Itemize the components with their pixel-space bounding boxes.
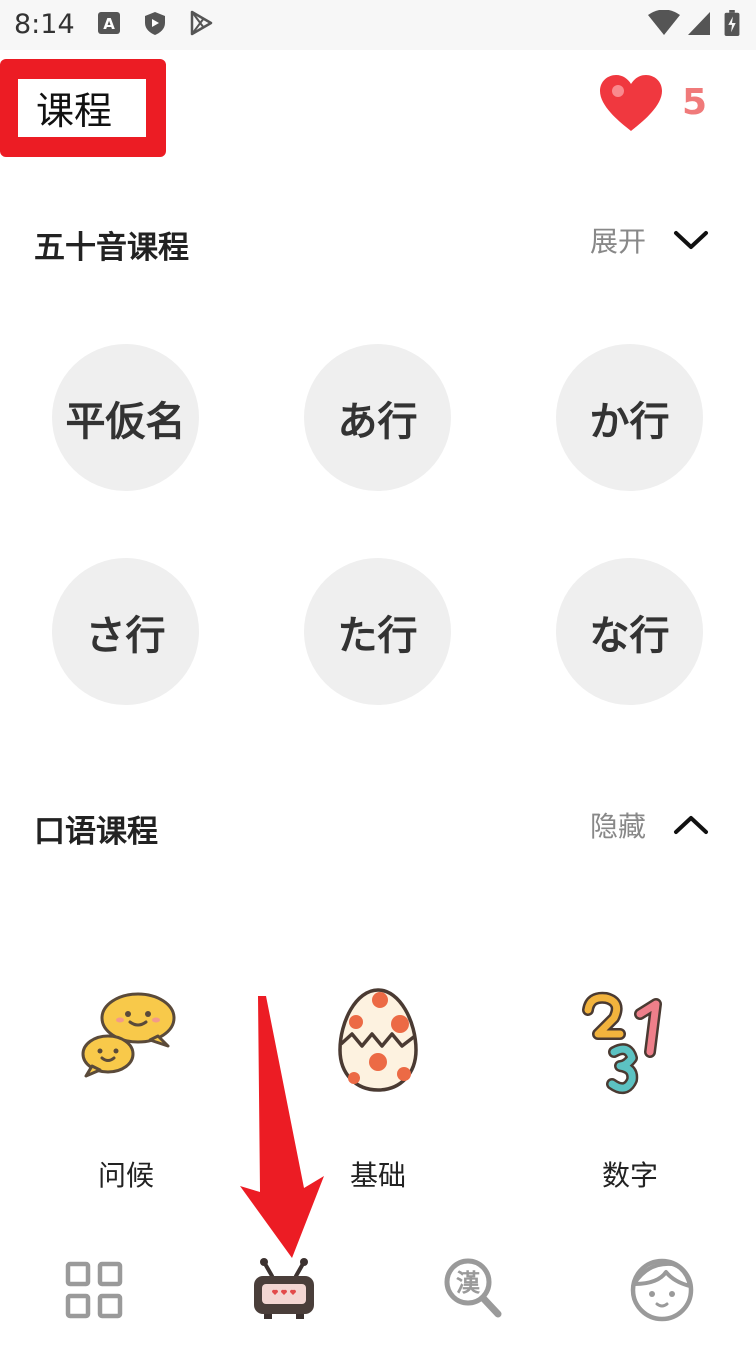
kana-course-ka-row[interactable]: か行 xyxy=(556,344,703,491)
bottom-tab-bar: 漢 xyxy=(0,1240,756,1345)
chevron-down-icon[interactable] xyxy=(672,229,710,251)
numbers-icon[interactable] xyxy=(580,990,684,1100)
kana-course-na-row[interactable]: な行 xyxy=(556,558,703,705)
profile-face-icon[interactable] xyxy=(628,1254,696,1322)
speaking-section-title: 口语课程 xyxy=(34,814,158,850)
kana-course-sa-row[interactable]: さ行 xyxy=(52,558,199,705)
grid-icon[interactable] xyxy=(62,1258,126,1322)
svg-text:漢: 漢 xyxy=(456,1269,481,1297)
speaking-toggle-label[interactable]: 隐藏 xyxy=(590,805,646,845)
signal-icon xyxy=(688,12,710,35)
speech-bubbles-icon[interactable] xyxy=(78,988,182,1098)
kana-course-label: さ行 xyxy=(85,612,166,659)
speaking-course-label[interactable]: 基础 xyxy=(298,1154,458,1194)
tv-icon[interactable] xyxy=(250,1256,318,1320)
kana-course-label: な行 xyxy=(589,612,670,659)
cracked-egg-icon[interactable] xyxy=(326,986,430,1096)
play-store-icon xyxy=(190,10,213,36)
keyboard-a-icon: A xyxy=(98,12,120,34)
hearts-count: 5 xyxy=(682,82,708,123)
status-time: 8:14 xyxy=(14,9,75,40)
kana-toggle-label[interactable]: 展开 xyxy=(590,220,646,260)
svg-text:A: A xyxy=(103,15,115,33)
kana-section-title: 五十音课程 xyxy=(34,230,189,266)
speaking-course-label[interactable]: 问候 xyxy=(46,1154,206,1194)
kana-course-hiragana[interactable]: 平仮名 xyxy=(52,344,199,491)
kanji-search-icon[interactable]: 漢 xyxy=(442,1256,504,1322)
shield-icon xyxy=(145,12,165,35)
heart-icon[interactable] xyxy=(598,73,664,133)
kana-course-label: 平仮名 xyxy=(65,398,186,445)
kana-course-label: あ行 xyxy=(337,398,418,445)
speaking-course-label[interactable]: 数字 xyxy=(550,1154,710,1194)
chevron-up-icon[interactable] xyxy=(672,814,710,836)
kana-course-ta-row[interactable]: た行 xyxy=(304,558,451,705)
kana-course-a-row[interactable]: あ行 xyxy=(304,344,451,491)
wifi-icon xyxy=(648,10,680,35)
page-title: 课程 xyxy=(36,89,113,133)
kana-course-label: か行 xyxy=(589,398,670,445)
kana-course-label: た行 xyxy=(337,612,418,659)
status-bar: 8:14 A xyxy=(0,0,756,50)
battery-icon xyxy=(724,10,740,36)
